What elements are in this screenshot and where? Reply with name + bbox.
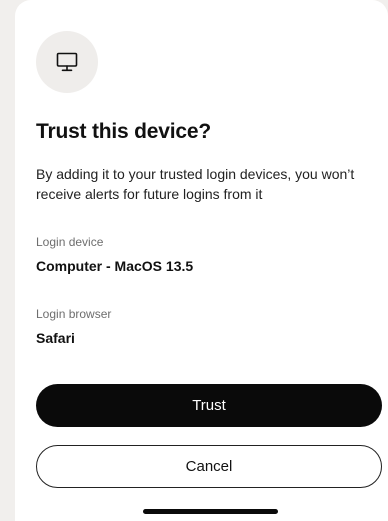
- login-browser-label: Login browser: [36, 307, 112, 321]
- dialog-description: By adding it to your trusted login devic…: [36, 166, 355, 202]
- login-device-value: Computer - MacOS 13.5: [36, 258, 194, 274]
- login-device-label: Login device: [36, 235, 104, 249]
- trust-button[interactable]: Trust: [36, 384, 382, 427]
- cancel-button[interactable]: Cancel: [36, 445, 382, 488]
- computer-monitor-icon: [56, 52, 78, 72]
- device-icon-badge: [36, 31, 98, 93]
- dialog-title: Trust this device?: [36, 120, 211, 143]
- login-browser-value: Safari: [36, 330, 75, 346]
- trust-device-sheet: Trust this device? By adding it to your …: [15, 0, 388, 521]
- home-indicator: [143, 509, 278, 514]
